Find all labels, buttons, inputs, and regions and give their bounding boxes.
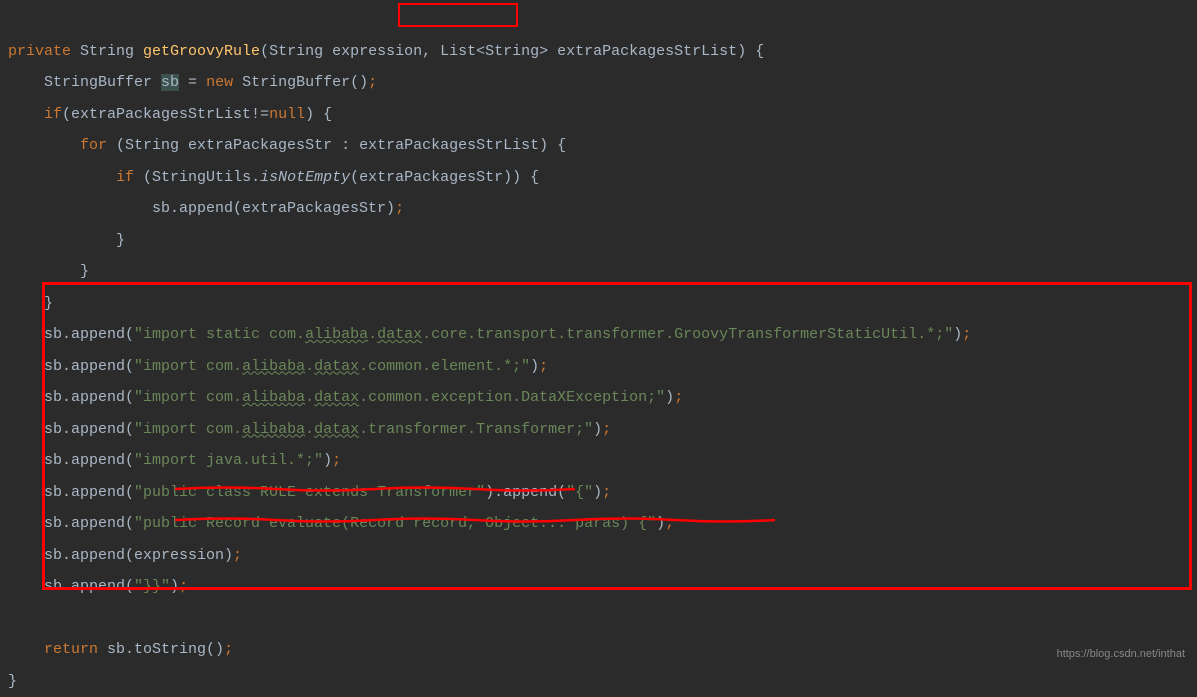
code-line: if(extraPackagesStrList!=null) {: [8, 106, 332, 123]
code-line: sb.append("import com.alibaba.datax.comm…: [8, 358, 548, 375]
code-line: }: [8, 263, 89, 280]
code-line: sb.append("import java.util.*;");: [8, 452, 341, 469]
code-line: for (String extraPackagesStr : extraPack…: [8, 137, 566, 154]
code-line: sb.append(expression);: [8, 547, 242, 564]
code-line: sb.append("import com.alibaba.datax.tran…: [8, 421, 611, 438]
watermark-text: https://blog.csdn.net/inthat: [1057, 643, 1185, 666]
keyword-private: private String getGroovyRule(String expr…: [8, 43, 764, 60]
code-line: }: [8, 232, 125, 249]
code-line: StringBuffer sb = new StringBuffer();: [8, 74, 377, 91]
code-line: sb.append(extraPackagesStr);: [8, 200, 404, 217]
code-line: sb.append("public class RULE extends Tra…: [8, 484, 611, 501]
code-line: sb.append("}}");: [8, 578, 188, 595]
code-line: if (StringUtils.isNotEmpty(extraPackages…: [8, 169, 539, 186]
code-line: return sb.toString();: [8, 641, 233, 658]
code-line: }: [8, 673, 17, 690]
code-line: sb.append("import com.alibaba.datax.comm…: [8, 389, 683, 406]
code-line: }: [8, 295, 53, 312]
code-editor[interactable]: private String getGroovyRule(String expr…: [8, 4, 1189, 697]
code-line: sb.append("import static com.alibaba.dat…: [8, 326, 971, 343]
code-line: sb.append("public Record evaluate(Record…: [8, 515, 674, 532]
